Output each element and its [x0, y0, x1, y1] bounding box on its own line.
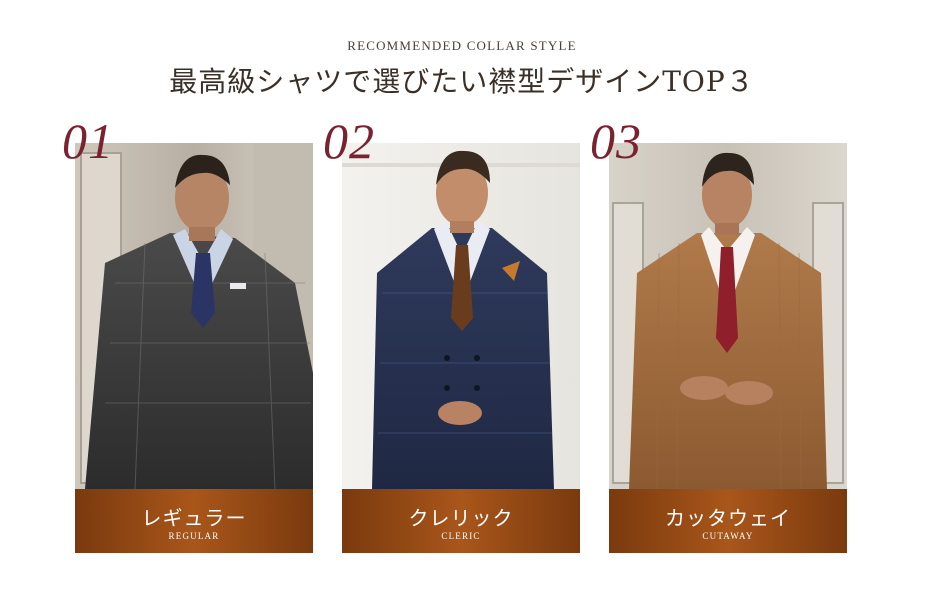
- collar-name-jp: クレリック: [408, 506, 514, 530]
- label-band-cutaway: カッタウェイ CUTAWAY: [609, 489, 847, 553]
- rank-number: 02: [323, 113, 375, 169]
- collar-style-ranking-page: RECOMMENDED COLLAR STYLE 最高級シャツで選びたい襟型デザ…: [0, 0, 940, 598]
- collar-name-en: CUTAWAY: [702, 531, 754, 541]
- ranking-card-regular[interactable]: 01 レギュラー REGULAR: [62, 116, 313, 553]
- page-title: 最高級シャツで選びたい襟型デザインTOP３: [169, 65, 755, 98]
- model-photo-cleric: [342, 143, 580, 489]
- rank-number: 03: [590, 113, 642, 169]
- ranking-card-cleric[interactable]: 02 クレリック CLERIC: [323, 116, 580, 553]
- model-photo-cutaway: [609, 143, 847, 489]
- section-eyebrow: RECOMMENDED COLLAR STYLE: [347, 38, 577, 53]
- collar-name-jp: カッタウェイ: [665, 506, 791, 530]
- ranking-card-cutaway[interactable]: 03 カッタウェイ CUTAWAY: [590, 116, 847, 553]
- model-photo-regular: [75, 143, 313, 489]
- rank-number: 01: [62, 113, 114, 169]
- collar-name-jp: レギュラー: [141, 506, 247, 530]
- label-band-regular: レギュラー REGULAR: [75, 489, 313, 553]
- collar-name-en: CLERIC: [441, 531, 481, 541]
- collar-name-en: REGULAR: [168, 531, 220, 541]
- label-band-cleric: クレリック CLERIC: [342, 489, 580, 553]
